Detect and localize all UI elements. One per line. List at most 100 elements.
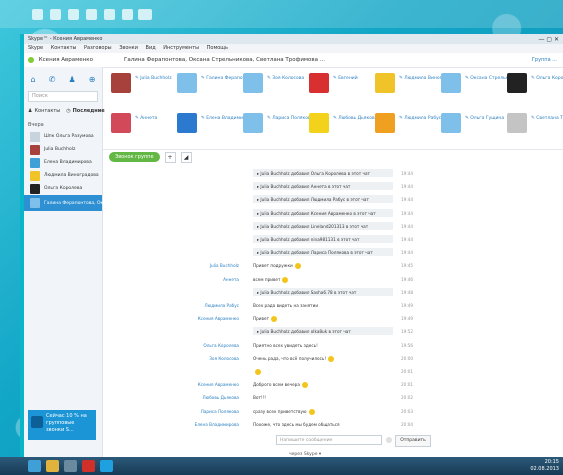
- system-clock[interactable]: 20:15 02.08.2013: [530, 459, 559, 473]
- menu-item[interactable]: Звонки: [119, 45, 138, 51]
- clock-date: 02.08.2013: [530, 466, 559, 472]
- message-time: 19:46: [401, 276, 414, 282]
- participant[interactable]: ✎ Ольга Королева: [507, 73, 563, 93]
- search-input[interactable]: Поиск: [28, 91, 98, 102]
- participant-name: ✎ Любовь Дьякова: [333, 116, 378, 121]
- contacts-icon[interactable]: ♟: [68, 75, 75, 84]
- chat-message: Зоя Колосова Очень рада, что всё получило…: [103, 354, 423, 363]
- desktop-app-icon[interactable]: [138, 9, 152, 20]
- participant-avatar: [375, 113, 395, 133]
- chat-message: Ольга Королева Приятно всех увидеть здесь…: [103, 341, 423, 350]
- send-button[interactable]: Отправить: [395, 435, 431, 447]
- desktop-app-icon[interactable]: [50, 9, 61, 20]
- message-author[interactable]: Ксения Авраменко: [198, 314, 239, 323]
- promo-banner[interactable]: Сейчас 10 % на групповые звонки S...: [28, 410, 96, 440]
- skype-window: Skype™ - Ксения Авраменко — ▢ ✕ Skype Ко…: [20, 34, 563, 460]
- conversation-title: Галина Ферапонтова, Оксана Стрельникова,…: [124, 57, 326, 63]
- group-call-button[interactable]: Звонок группе: [109, 152, 160, 162]
- contact-item[interactable]: Ольга Королева: [24, 182, 102, 195]
- message-time: 19:45: [401, 263, 414, 269]
- system-message-text: ▸ Julia Buchholz добавил Аннета в этот ч…: [253, 182, 393, 191]
- message-text: Приятно всех увидеть здесь!: [253, 342, 318, 348]
- participant-avatar: [375, 73, 395, 93]
- message-author[interactable]: Julia Buchholz: [210, 261, 239, 270]
- message-time: 19:56: [401, 342, 414, 348]
- skype-icon[interactable]: [100, 460, 113, 472]
- participant-name: ✎ Лариса Полякова: [267, 116, 314, 121]
- message-author[interactable]: Ольга Королева: [203, 341, 239, 350]
- system-message-text: ▸ Julia Buchholz добавил Ксения Авраменк…: [253, 208, 393, 217]
- desktop-app-icon[interactable]: [104, 9, 115, 20]
- add-contact-icon[interactable]: ⊕: [89, 75, 96, 84]
- desktop-app-icon[interactable]: [122, 9, 133, 20]
- desktop-app-icon[interactable]: [32, 9, 43, 20]
- contact-item[interactable]: Людмила Виноградова: [24, 169, 102, 182]
- chat-message: ▸ Julia Buchholz добавил olka8uk в этот …: [103, 327, 423, 336]
- participant[interactable]: ✎ Светлана Трофимова: [507, 113, 563, 133]
- contact-item[interactable]: Елена Владимирова: [24, 156, 102, 169]
- system-message-text: ▸ Julia Buchholz добавил Людмила Рабус в…: [253, 195, 393, 204]
- contact-name: Julia Buchholz: [44, 147, 76, 152]
- participant-avatar: [243, 113, 263, 133]
- contact-avatar: [30, 183, 40, 194]
- message-author[interactable]: Лариса Полякова: [201, 407, 239, 416]
- chat-message: Людмила Рабус Всех рада видеть на занятии…: [103, 301, 423, 310]
- tab-recent[interactable]: ◷ Последние: [66, 108, 104, 114]
- chat-message: ▸ Julia Buchholz добавил Lineland201313 …: [103, 221, 423, 231]
- menu-item[interactable]: Помощь: [207, 45, 228, 51]
- chat-message: ▸ Julia Buchholz добавил Аннета в этот ч…: [103, 182, 423, 191]
- menu-item[interactable]: Контакты: [51, 45, 77, 51]
- share-button[interactable]: ◢: [180, 151, 192, 163]
- home-icon[interactable]: ⌂: [31, 75, 36, 84]
- add-participant-button[interactable]: +: [164, 151, 176, 163]
- start-icon[interactable]: [28, 460, 41, 472]
- contact-item[interactable]: Галина Ферапонтова, Оксана Т...: [24, 195, 123, 211]
- contact-list: Шпк Ольга Разумова Julia Buchholz Елена Вл…: [24, 130, 123, 211]
- message-text: Привет: [253, 314, 278, 323]
- opera-icon[interactable]: [82, 460, 95, 472]
- system-message-text: ▸ Julia Buchholz добавил nina981131 в эт…: [253, 235, 393, 243]
- contact-item[interactable]: Шпк Ольга Разумова: [24, 130, 102, 143]
- message-time: 20:01: [401, 382, 414, 388]
- message-author[interactable]: Людмила Рабус: [205, 301, 239, 310]
- message-author[interactable]: Зоя Колосова: [209, 354, 239, 363]
- tab-contacts[interactable]: ♟ Контакты: [28, 108, 60, 114]
- emoticon-icon[interactable]: [386, 437, 392, 443]
- message-author[interactable]: Елена Владимирова: [195, 420, 239, 429]
- message-time: 19:52: [401, 329, 414, 335]
- participant-name: ✎ Ольга Гущина: [465, 116, 505, 121]
- menu-item[interactable]: Инструменты: [163, 45, 199, 51]
- media-icon[interactable]: [64, 460, 77, 472]
- message-author[interactable]: Ксения Авраменко: [198, 380, 239, 389]
- phone-icon[interactable]: ✆: [49, 75, 56, 84]
- folder-icon[interactable]: [46, 460, 59, 472]
- user-name[interactable]: Ксения Авраменко: [39, 57, 93, 63]
- window-title: Skype™ - Ксения Авраменко: [28, 36, 103, 42]
- contact-item[interactable]: Julia Buchholz: [24, 143, 102, 156]
- chat-history: ▸ Julia Buchholz добавил Ольга Королева …: [103, 165, 563, 432]
- desktop-app-icon[interactable]: [68, 9, 79, 20]
- participant-avatar: [243, 73, 263, 93]
- participant-avatar: [111, 113, 131, 133]
- message-text: Привет подружки: [253, 261, 301, 270]
- online-status-icon[interactable]: [28, 56, 34, 63]
- message-time: 20:00: [401, 355, 414, 361]
- message-time: 19:44: [401, 250, 414, 256]
- window-controls[interactable]: — ▢ ✕: [538, 35, 559, 45]
- message-author[interactable]: Любовь Дьякова: [203, 393, 239, 402]
- message-input-bar: Напишите сообщение Отправить: [103, 432, 563, 450]
- menu-item[interactable]: Skype: [28, 45, 43, 51]
- message-author[interactable]: Аннета: [223, 275, 239, 284]
- sidebar-tabs: ♟ Контакты ◷ Последние: [24, 102, 105, 120]
- message-input[interactable]: Напишите сообщение: [276, 435, 382, 445]
- participant-avatar: [507, 113, 527, 133]
- emoji-message: [253, 367, 261, 376]
- conversation-pane: ✎ Julia Buchholz ✎ Галина Ферапонтова ✎ Зо…: [103, 67, 563, 460]
- title-bar: Skype™ - Ксения Авраменко — ▢ ✕: [24, 34, 563, 44]
- menu-item[interactable]: Разговоры: [84, 45, 112, 51]
- group-link[interactable]: Группа ...: [532, 53, 557, 67]
- smiley-icon: [255, 369, 261, 375]
- desktop-app-icon[interactable]: [86, 9, 97, 20]
- menu-item[interactable]: Вид: [146, 45, 156, 51]
- message-text: Очень рада, что всё получилось!: [253, 354, 335, 363]
